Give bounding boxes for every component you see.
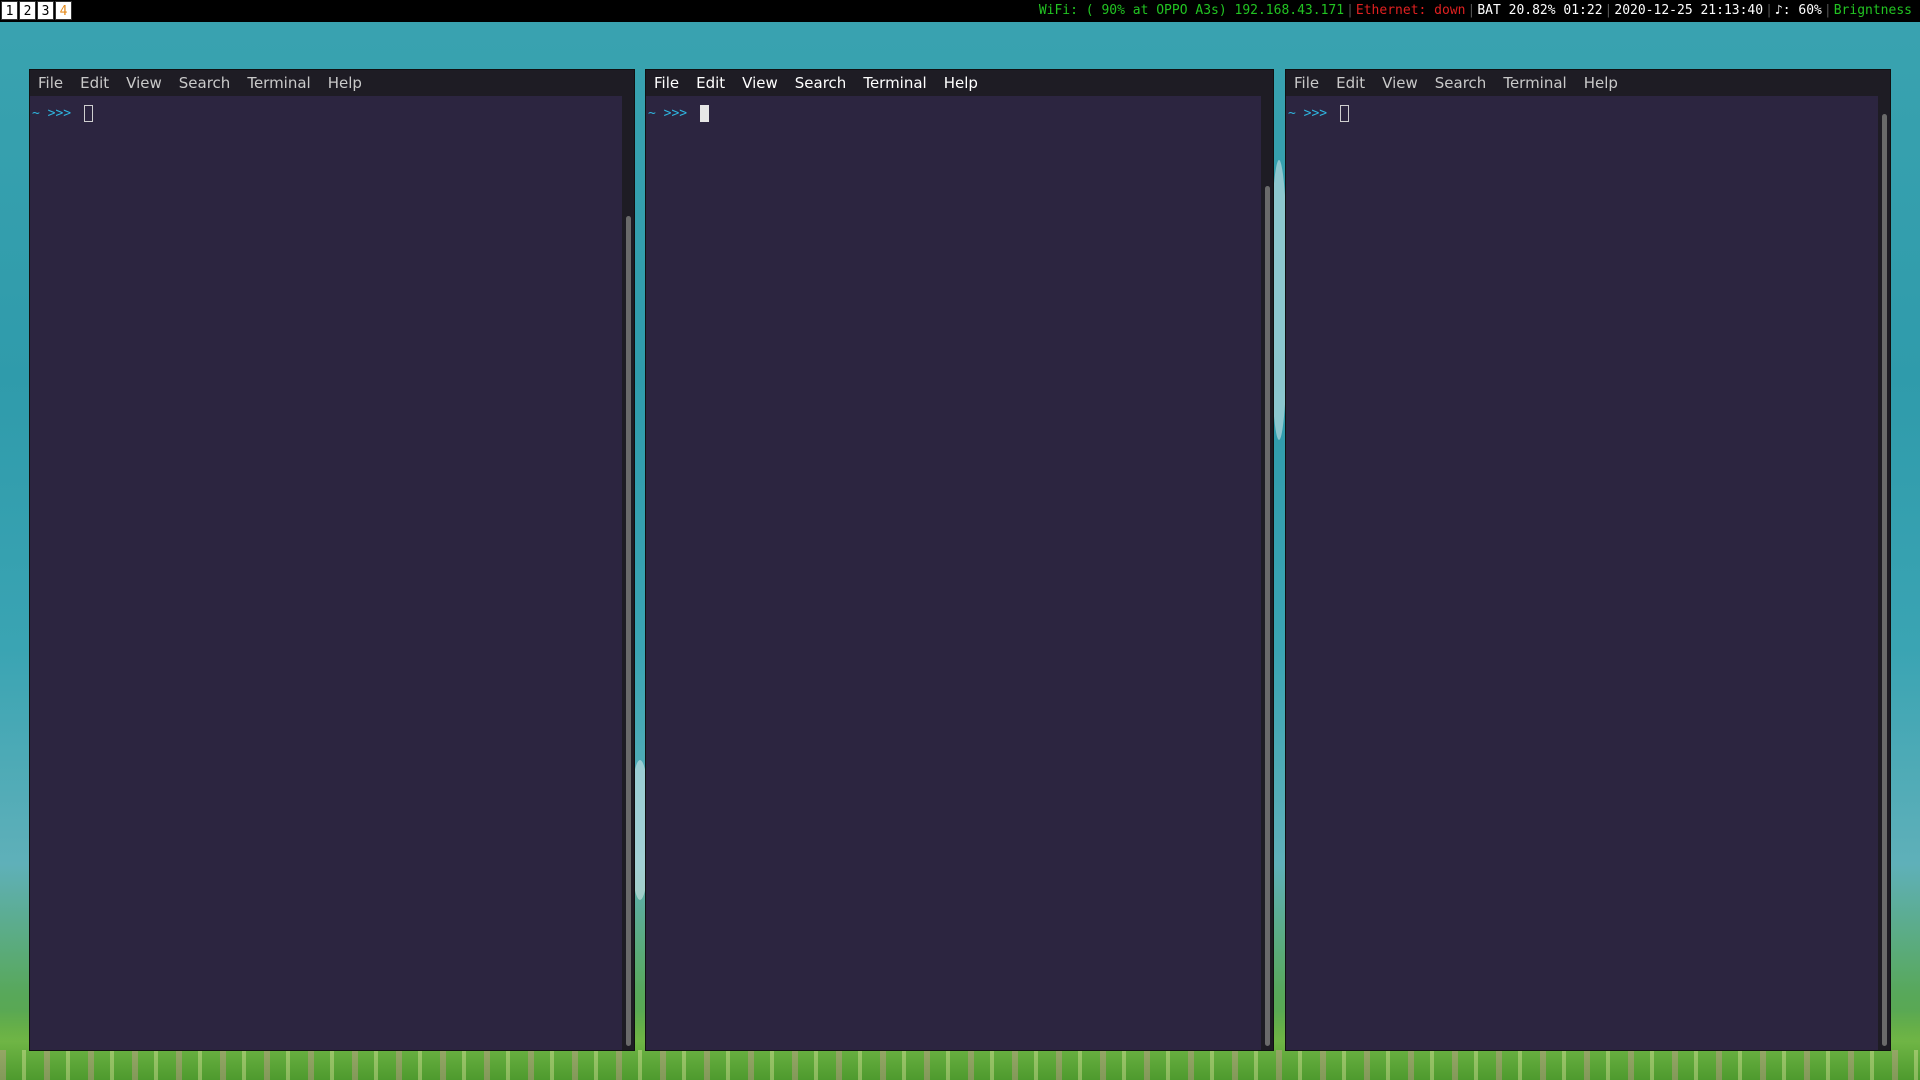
terminal-output[interactable]: ~ >>>	[1286, 96, 1890, 1050]
menu-bar: File Edit View Search Terminal Help	[1286, 70, 1890, 96]
menu-help[interactable]: Help	[944, 74, 978, 92]
menu-file[interactable]: File	[38, 74, 63, 92]
terminal-window-3[interactable]: File Edit View Search Terminal Help ~ >>>	[1286, 70, 1890, 1050]
clock: 2020-12-25 21:13:40	[1614, 3, 1764, 18]
shell-prompt: ~ >>>	[1288, 106, 1335, 121]
menu-search[interactable]: Search	[795, 74, 847, 92]
text-cursor	[700, 105, 709, 122]
wifi-status: WiFi: ( 90% at OPPO A3s) 192.168.43.171	[1038, 3, 1345, 18]
workspace-1-button[interactable]: 1	[1, 1, 18, 20]
menu-bar: File Edit View Search Terminal Help	[30, 70, 634, 96]
menu-search[interactable]: Search	[179, 74, 231, 92]
terminal-output[interactable]: ~ >>>	[30, 96, 634, 1050]
volume-status: ♪: 60%	[1774, 3, 1822, 18]
terminal-window-1[interactable]: File Edit View Search Terminal Help ~ >>>	[30, 70, 634, 1050]
menu-view[interactable]: View	[1382, 74, 1418, 92]
shell-prompt: ~ >>>	[32, 106, 79, 121]
menu-terminal[interactable]: Terminal	[1503, 74, 1566, 92]
menu-file[interactable]: File	[654, 74, 679, 92]
desktop-flowers	[0, 1050, 1920, 1080]
battery-status: BAT 20.82% 01:22	[1477, 3, 1603, 18]
scrollbar-thumb[interactable]	[626, 216, 631, 1046]
scrollbar-thumb[interactable]	[1265, 186, 1270, 1046]
menu-terminal[interactable]: Terminal	[247, 74, 310, 92]
menu-view[interactable]: View	[126, 74, 162, 92]
terminal-output[interactable]: ~ >>>	[646, 96, 1273, 1050]
menu-terminal[interactable]: Terminal	[863, 74, 926, 92]
workspace-3-button[interactable]: 3	[37, 1, 54, 20]
menu-edit[interactable]: Edit	[696, 74, 725, 92]
status-line: WiFi: ( 90% at OPPO A3s) 192.168.43.171 |…	[1039, 0, 1912, 22]
workspace-2-button[interactable]: 2	[19, 1, 36, 20]
menu-edit[interactable]: Edit	[1336, 74, 1365, 92]
shell-prompt: ~ >>>	[648, 106, 695, 121]
menu-search[interactable]: Search	[1435, 74, 1487, 92]
ethernet-status: Ethernet: down	[1355, 3, 1466, 18]
menu-view[interactable]: View	[742, 74, 778, 92]
menu-file[interactable]: File	[1294, 74, 1319, 92]
text-cursor	[84, 105, 93, 122]
workspace-4-button[interactable]: 4	[55, 1, 72, 20]
text-cursor	[1340, 105, 1349, 122]
menu-help[interactable]: Help	[1584, 74, 1618, 92]
menu-help[interactable]: Help	[328, 74, 362, 92]
menu-edit[interactable]: Edit	[80, 74, 109, 92]
scrollbar-thumb[interactable]	[1882, 114, 1887, 1046]
top-bar: 1 2 3 4 WiFi: ( 90% at OPPO A3s) 192.168…	[0, 0, 1920, 22]
brightness-status: Brigntness	[1833, 3, 1912, 18]
terminal-window-2[interactable]: File Edit View Search Terminal Help ~ >>>	[646, 70, 1273, 1050]
menu-bar: File Edit View Search Terminal Help	[646, 70, 1273, 96]
